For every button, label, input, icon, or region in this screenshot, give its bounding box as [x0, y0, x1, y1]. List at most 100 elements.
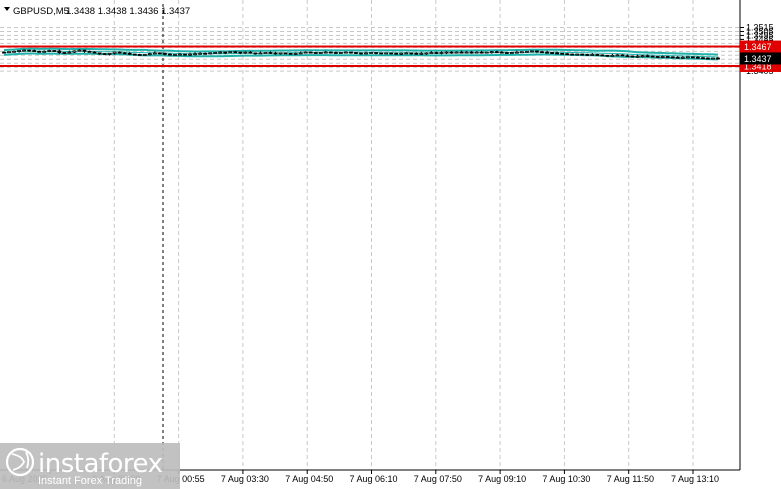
candle-body [283, 52, 288, 55]
candle-body [248, 51, 253, 54]
candle-body [635, 55, 640, 58]
candle-body [474, 51, 479, 54]
candle-body [374, 52, 378, 54]
candle-body [163, 52, 167, 55]
candle-body [122, 52, 127, 55]
candle-body [354, 52, 358, 54]
watermark-logo: instaforex Instant Forex Trading [0, 443, 180, 489]
candle-body [399, 52, 404, 55]
candle-body [47, 50, 52, 52]
candle-body [228, 51, 233, 54]
candle-body [213, 52, 218, 54]
candle-body [580, 53, 585, 56]
candle-body [273, 52, 278, 55]
candle-body [318, 52, 323, 54]
candle-body [419, 52, 424, 55]
candle-body [620, 54, 625, 57]
time-tick-label: 7 Aug 06:10 [350, 474, 398, 484]
candle-body [333, 52, 338, 54]
candle-body [112, 51, 117, 54]
candle-body [499, 51, 504, 54]
candle-body [107, 52, 112, 55]
candle-body [183, 53, 187, 56]
candle-body [77, 49, 82, 52]
candle-body [323, 51, 328, 54]
candle-body [173, 54, 177, 56]
time-tick-label: 7 Aug 10:30 [542, 474, 590, 484]
candle-body [369, 52, 373, 54]
candle-body [258, 52, 263, 55]
candle-body [444, 51, 449, 54]
candle-body [379, 52, 384, 55]
candle-body [82, 49, 87, 52]
candle-body [328, 51, 333, 54]
candle-body [298, 52, 303, 55]
candle-body [178, 53, 182, 56]
candle-body [97, 52, 102, 55]
current-price-label: 1.3437 [744, 54, 772, 64]
ohlc-values: 1.3438 1.3438 1.3436 1.3437 [66, 6, 190, 17]
chart-background [0, 0, 781, 489]
candle-body [685, 56, 690, 59]
candle-body [349, 51, 353, 54]
candle-body [565, 53, 570, 56]
candle-body [268, 52, 273, 54]
candle-body [610, 54, 615, 57]
candle-body [238, 51, 243, 54]
candle-body [540, 51, 544, 54]
candle-body [525, 50, 529, 53]
candle-body [439, 52, 444, 54]
price-chart[interactable]: 1.35151.35051.34951.34851.34751.34651.34… [0, 0, 781, 489]
candle-body [615, 54, 620, 57]
candle-body [303, 51, 308, 54]
candle-body [695, 56, 700, 59]
candle-body [570, 53, 575, 56]
candle-body [409, 52, 414, 55]
candle-body [72, 50, 77, 53]
candle-body [479, 51, 484, 54]
candle-body [359, 52, 363, 55]
candle-body [308, 51, 313, 54]
level-price-label: 1.3467 [744, 42, 772, 52]
candle-body [168, 53, 172, 56]
candle-body [42, 50, 47, 53]
candle-body [414, 52, 419, 55]
candle-body [52, 50, 57, 52]
candle-body [489, 51, 494, 54]
candle-body [469, 51, 474, 54]
candle-body [27, 49, 32, 52]
candle-body [188, 53, 192, 56]
candle-body [92, 51, 97, 54]
candle-body [193, 53, 197, 56]
candle-body [429, 52, 434, 54]
candle-body [545, 51, 549, 54]
candle-body [585, 54, 590, 56]
candle-body [555, 52, 559, 55]
candle-body [650, 55, 655, 58]
candle-body [293, 52, 298, 55]
candle-body [514, 51, 519, 54]
candle-body [645, 55, 650, 58]
candle-body [535, 50, 539, 53]
candle-body [670, 56, 675, 59]
candle-body [203, 52, 208, 55]
candle-body [560, 52, 565, 55]
candle-body [208, 52, 213, 55]
candle-body [464, 51, 469, 54]
candle-body [690, 56, 695, 59]
candle-body [338, 52, 343, 54]
candle-body [87, 50, 92, 53]
candle-body [520, 51, 524, 54]
candle-body [660, 56, 665, 58]
candle-body [716, 57, 720, 60]
candle-body [600, 54, 605, 57]
time-tick-label: 7 Aug 13:10 [671, 474, 719, 484]
candle-body [364, 52, 368, 55]
candle-body [32, 50, 37, 52]
candle-body [665, 56, 670, 58]
candle-body [595, 54, 600, 56]
candle-body [434, 52, 439, 54]
candle-body [17, 50, 21, 52]
price-tags: 1.34671.34181.3437 [740, 40, 781, 73]
candle-body [494, 51, 499, 54]
